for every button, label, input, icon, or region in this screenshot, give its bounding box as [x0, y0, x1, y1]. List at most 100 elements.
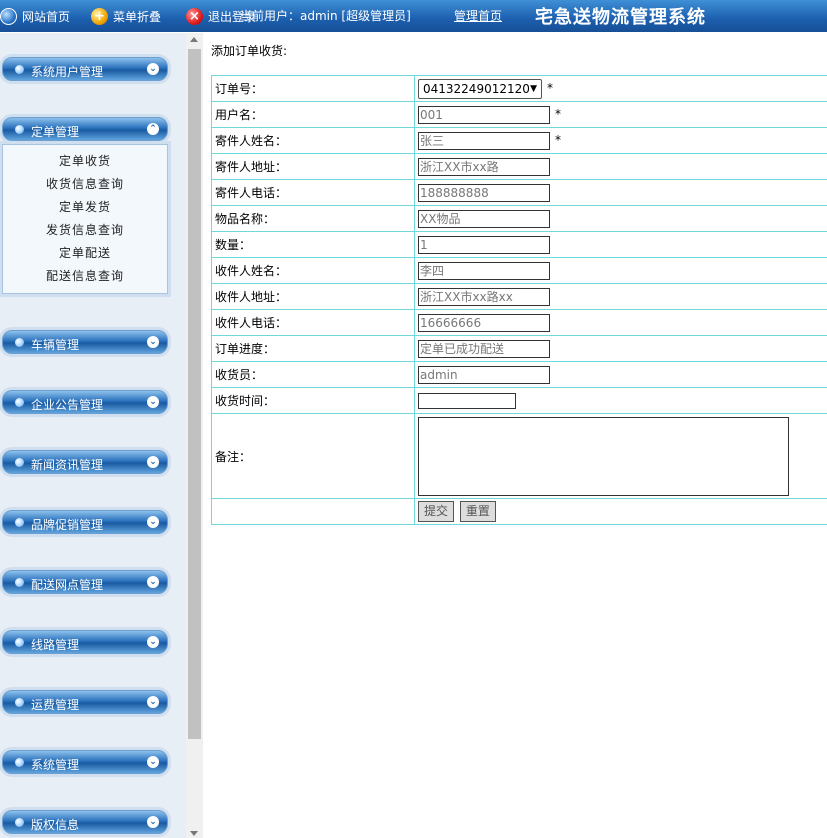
menu-outlets[interactable]: 配送网点管理 ⌄	[2, 570, 168, 594]
item-name-label: 物品名称：	[211, 205, 415, 232]
dot-icon	[15, 638, 24, 647]
form-row: 订单号： 04132249012120 ▼ *	[211, 75, 827, 102]
dropdown-arrow-icon: ▼	[530, 83, 537, 94]
form-row: 订单进度： 定单已成功配送	[211, 335, 827, 362]
submenu-ship-query[interactable]: 发货信息查询	[3, 219, 167, 242]
form-row: 寄件人电话： 188888888	[211, 179, 827, 206]
receiver-label: 收货员：	[211, 361, 415, 388]
home-link[interactable]: 网站首页	[0, 7, 70, 25]
sidebar-scrollbar[interactable]	[186, 33, 203, 838]
plus-circle-icon: +	[91, 7, 108, 25]
form-row: 收货时间：	[211, 387, 827, 414]
sender-name-input[interactable]: 张三	[418, 131, 550, 150]
receiver-input[interactable]: admin	[418, 365, 550, 384]
form-row: 数量： 1	[211, 231, 827, 258]
quantity-input[interactable]: 1	[418, 235, 550, 254]
chevron-down-icon[interactable]: ⌄	[147, 336, 159, 348]
chevron-down-icon[interactable]: ⌄	[147, 456, 159, 468]
submit-button[interactable]: 提交	[418, 501, 455, 522]
order-no-select[interactable]: 04132249012120 ▼	[418, 78, 542, 99]
form-row: 收件人姓名： 李四	[211, 257, 827, 284]
scroll-down-icon[interactable]	[190, 831, 198, 836]
sender-name-label: 寄件人姓名：	[211, 127, 415, 154]
collapse-menu-label: 菜单折叠	[113, 9, 162, 24]
empty-cell	[211, 498, 415, 525]
chevron-down-icon[interactable]: ⌄	[147, 636, 159, 648]
required-mark: *	[547, 81, 553, 95]
chevron-down-icon[interactable]: ⌄	[147, 516, 159, 528]
menu-system[interactable]: 系统管理 ⌄	[2, 750, 168, 774]
menu-label: 线路管理	[31, 638, 80, 652]
dot-icon	[15, 578, 24, 587]
chevron-down-icon[interactable]: ⌄	[147, 816, 159, 828]
app-title: 宅急送物流管理系统	[535, 7, 706, 28]
order-submenu: 定单收货 收货信息查询 定单发货 发货信息查询 定单配送 配送信息查询	[2, 144, 168, 294]
chevron-down-icon[interactable]: ⌄	[147, 63, 159, 75]
order-no-value: 04132249012120	[423, 81, 530, 96]
item-name-input[interactable]: XX物品	[418, 209, 550, 228]
admin-home-link[interactable]: 管理首页	[454, 7, 502, 24]
scroll-up-icon[interactable]	[190, 37, 198, 42]
required-mark: *	[555, 107, 561, 121]
home-link-label: 网站首页	[22, 9, 71, 24]
receive-time-input[interactable]	[418, 392, 516, 409]
close-circle-icon: ×	[186, 7, 203, 25]
menu-promotions[interactable]: 品牌促销管理 ⌄	[2, 510, 168, 534]
menu-copyright[interactable]: 版权信息 ⌄	[2, 810, 168, 834]
order-no-label: 订单号：	[211, 75, 415, 102]
recipient-phone-label: 收件人电话：	[211, 309, 415, 336]
menu-announcements[interactable]: 企业公告管理 ⌄	[2, 390, 168, 414]
sender-phone-input[interactable]: 188888888	[418, 183, 550, 202]
submenu-deliver-query[interactable]: 配送信息查询	[3, 265, 167, 288]
menu-system-users[interactable]: 系统用户管理 ⌄	[2, 57, 168, 81]
top-bar: 网站首页 + 菜单折叠 × 退出登录 当前用户：admin [超级管理员] 管理…	[0, 0, 827, 32]
form-row: 收件人地址： 浙江XX市xx路xx	[211, 283, 827, 310]
dot-icon	[15, 398, 24, 407]
current-user-info: 当前用户：admin [超级管理员]	[240, 9, 411, 23]
form-row: 备注：	[211, 413, 827, 499]
collapse-menu-link[interactable]: + 菜单折叠	[91, 7, 161, 25]
sender-address-label: 寄件人地址：	[211, 153, 415, 180]
menu-label: 定单管理	[31, 125, 80, 139]
sender-phone-label: 寄件人电话：	[211, 179, 415, 206]
recipient-address-input[interactable]: 浙江XX市xx路xx	[418, 287, 550, 306]
globe-icon	[0, 7, 17, 25]
menu-routes[interactable]: 线路管理 ⌄	[2, 630, 168, 654]
recipient-address-label: 收件人地址：	[211, 283, 415, 310]
menu-label: 系统用户管理	[31, 65, 104, 79]
dot-icon	[15, 338, 24, 347]
form-row: 物品名称： XX物品	[211, 205, 827, 232]
dot-icon	[15, 65, 24, 74]
submenu-order-ship[interactable]: 定单发货	[3, 196, 167, 219]
menu-freight[interactable]: 运费管理 ⌄	[2, 690, 168, 714]
submenu-receive-query[interactable]: 收货信息查询	[3, 173, 167, 196]
recipient-phone-input[interactable]: 16666666	[418, 313, 550, 332]
remark-textarea[interactable]	[418, 416, 789, 496]
submenu-order-receive[interactable]: 定单收货	[3, 150, 167, 173]
menu-order-management[interactable]: 定单管理 ⌃	[2, 117, 168, 141]
reset-button[interactable]: 重置	[459, 501, 496, 522]
order-receive-form: 订单号： 04132249012120 ▼ * 用户名： 001 * 寄件人姓名： 张…	[211, 75, 827, 525]
order-progress-label: 订单进度：	[211, 335, 415, 362]
recipient-name-label: 收件人姓名：	[211, 257, 415, 284]
form-row: 收货员： admin	[211, 361, 827, 388]
chevron-down-icon[interactable]: ⌄	[147, 756, 159, 768]
dot-icon	[15, 518, 24, 527]
menu-label: 配送网点管理	[31, 578, 104, 592]
menu-news[interactable]: 新闻资讯管理 ⌄	[2, 450, 168, 474]
submenu-order-deliver[interactable]: 定单配送	[3, 242, 167, 265]
chevron-down-icon[interactable]: ⌄	[147, 396, 159, 408]
menu-label: 车辆管理	[31, 338, 80, 352]
order-progress-input[interactable]: 定单已成功配送	[418, 339, 550, 358]
chevron-down-icon[interactable]: ⌄	[147, 696, 159, 708]
sidebar: 系统用户管理 ⌄ 定单管理 ⌃ 定单收货 收货信息查询 定单发货 发货信息查询 …	[0, 33, 186, 838]
form-row: 用户名： 001 *	[211, 101, 827, 128]
chevron-up-icon[interactable]: ⌃	[147, 123, 159, 135]
recipient-name-input[interactable]: 李四	[418, 261, 550, 280]
menu-vehicles[interactable]: 车辆管理 ⌄	[2, 330, 168, 354]
user-input[interactable]: 001	[418, 105, 550, 124]
chevron-down-icon[interactable]: ⌄	[147, 576, 159, 588]
sender-address-input[interactable]: 浙江XX市xx路	[418, 157, 550, 176]
menu-label: 品牌促销管理	[31, 518, 104, 532]
scroll-thumb[interactable]	[188, 49, 201, 739]
